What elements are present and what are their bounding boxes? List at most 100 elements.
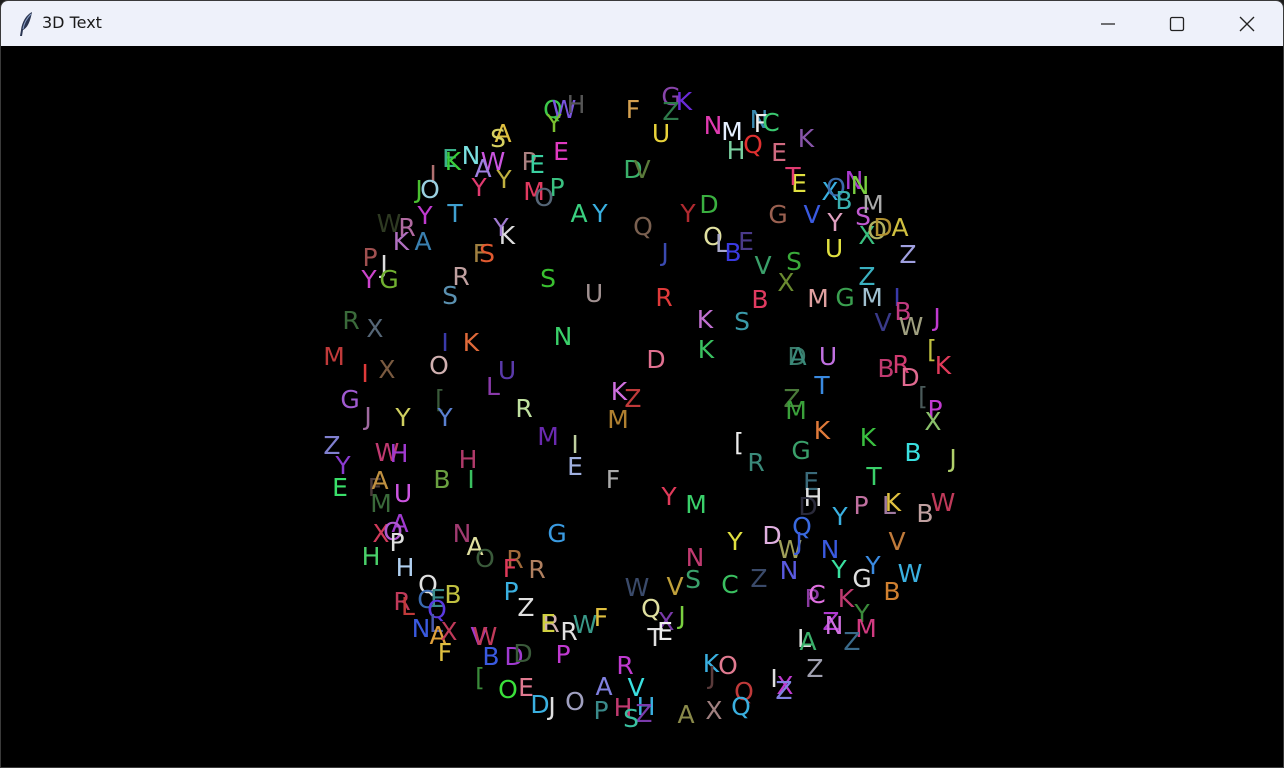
floating-letter: U bbox=[498, 356, 516, 385]
floating-letter: O bbox=[429, 351, 449, 380]
floating-letter: J bbox=[793, 527, 802, 556]
floating-letter: J bbox=[947, 444, 956, 473]
floating-letter: X bbox=[777, 268, 794, 297]
minimize-icon bbox=[1100, 16, 1116, 32]
floating-letter: W bbox=[931, 488, 956, 517]
floating-letter: K bbox=[885, 488, 902, 517]
floating-letter: E bbox=[553, 137, 569, 166]
floating-letter: E bbox=[738, 227, 754, 256]
floating-letter: K bbox=[445, 147, 462, 176]
floating-letter: A bbox=[789, 342, 806, 371]
floating-letter: Y bbox=[360, 265, 377, 294]
floating-letter: A bbox=[414, 227, 431, 256]
maximize-button[interactable] bbox=[1142, 1, 1212, 46]
floating-letter: V bbox=[888, 527, 905, 556]
floating-letter: D bbox=[873, 213, 892, 242]
floating-letter: G bbox=[835, 283, 854, 312]
floating-letter: Z bbox=[806, 654, 823, 683]
minimize-button[interactable] bbox=[1073, 1, 1143, 46]
floating-letter: P bbox=[593, 696, 608, 725]
floating-letter: T bbox=[446, 199, 463, 228]
floating-letter: Q bbox=[633, 212, 653, 241]
floating-letter: B bbox=[433, 465, 450, 494]
close-button[interactable] bbox=[1212, 1, 1282, 46]
floating-letter: R bbox=[515, 394, 532, 423]
floating-letter: H bbox=[567, 90, 586, 119]
floating-letter: N bbox=[554, 322, 573, 351]
floating-letter: R bbox=[747, 448, 764, 477]
floating-letter: C bbox=[762, 108, 779, 137]
floating-letter: Z bbox=[775, 676, 792, 705]
floating-letter: K bbox=[838, 584, 855, 613]
floating-letter: K bbox=[697, 305, 714, 334]
floating-letter: H bbox=[396, 553, 415, 582]
floating-letter: B bbox=[904, 438, 921, 467]
floating-letter: U bbox=[819, 342, 837, 371]
render-canvas[interactable]: QWHFGKZUNMNFCHQEKASNWEKAPEEYIJOYYMPODVTW… bbox=[2, 46, 1283, 767]
floating-letter: H bbox=[362, 542, 381, 571]
floating-letter: O bbox=[718, 651, 738, 680]
floating-letter: F bbox=[594, 603, 608, 632]
floating-letter: N bbox=[780, 556, 799, 585]
floating-letter: Z bbox=[750, 564, 767, 593]
floating-letter: E bbox=[657, 617, 673, 646]
floating-letter: F bbox=[438, 638, 452, 667]
floating-letter: M bbox=[537, 422, 559, 451]
floating-letter: X bbox=[378, 355, 395, 384]
floating-letter: G bbox=[768, 200, 787, 229]
floating-letter: Y bbox=[831, 502, 848, 531]
floating-letter: T bbox=[784, 162, 801, 191]
floating-letter: I bbox=[361, 359, 368, 388]
floating-letter: Y bbox=[830, 555, 847, 584]
floating-letter: Y bbox=[864, 551, 881, 580]
floating-letter: G bbox=[379, 265, 398, 294]
floating-letter: N bbox=[825, 611, 844, 640]
floating-letter: Y bbox=[495, 165, 512, 194]
floating-letter: H bbox=[390, 439, 409, 468]
floating-letter: N bbox=[704, 111, 723, 140]
floating-letter: X bbox=[705, 696, 722, 725]
floating-letter: Y bbox=[436, 403, 453, 432]
floating-letter: M bbox=[785, 396, 807, 425]
floating-letter: T bbox=[813, 371, 830, 400]
floating-letter: K bbox=[698, 335, 715, 364]
floating-letter: R bbox=[342, 306, 359, 335]
floating-letter: C bbox=[808, 580, 825, 609]
floating-letter: N bbox=[412, 614, 431, 643]
floating-letter: M bbox=[685, 490, 707, 519]
floating-letter: Z bbox=[899, 240, 916, 269]
floating-letter: Y bbox=[726, 527, 743, 556]
floating-letter: M bbox=[370, 489, 392, 518]
floating-letter: F bbox=[606, 465, 620, 494]
title-bar[interactable]: 3D Text bbox=[1, 1, 1283, 46]
floating-letter: Y bbox=[679, 199, 696, 228]
floating-letter: S bbox=[479, 239, 495, 268]
floating-letter: E bbox=[567, 452, 583, 481]
floating-letter: P bbox=[555, 640, 570, 669]
floating-letter: [ bbox=[475, 663, 485, 692]
floating-letter: V bbox=[803, 200, 820, 229]
floating-letter: J bbox=[659, 238, 668, 267]
floating-letter: X bbox=[924, 407, 941, 436]
floating-letter: J bbox=[931, 303, 940, 332]
floating-letter: B bbox=[444, 580, 461, 609]
floating-letter: O bbox=[534, 183, 554, 212]
floating-letter: S bbox=[685, 565, 701, 594]
floating-letter: W bbox=[899, 312, 924, 341]
floating-letter: K bbox=[798, 124, 815, 153]
app-window: 3D Text QWHFGKZUNMNFCHQEKASNWEKAPEEYIJOY… bbox=[0, 0, 1284, 768]
floating-letter: Z bbox=[843, 627, 860, 656]
floating-letter: Y bbox=[591, 199, 608, 228]
floating-letter: [ bbox=[927, 335, 937, 364]
floating-letter: J bbox=[546, 692, 555, 721]
floating-letter: R bbox=[655, 283, 672, 312]
floating-letter: Z bbox=[517, 593, 534, 622]
maximize-icon bbox=[1169, 16, 1185, 32]
floating-letter: P bbox=[853, 491, 868, 520]
floating-letter: F bbox=[626, 95, 640, 124]
floating-letter: Y bbox=[545, 109, 562, 138]
floating-letter: L bbox=[486, 372, 500, 401]
floating-letter: Y bbox=[660, 482, 677, 511]
floating-letter: E bbox=[529, 150, 545, 179]
floating-letter: D bbox=[900, 363, 919, 392]
